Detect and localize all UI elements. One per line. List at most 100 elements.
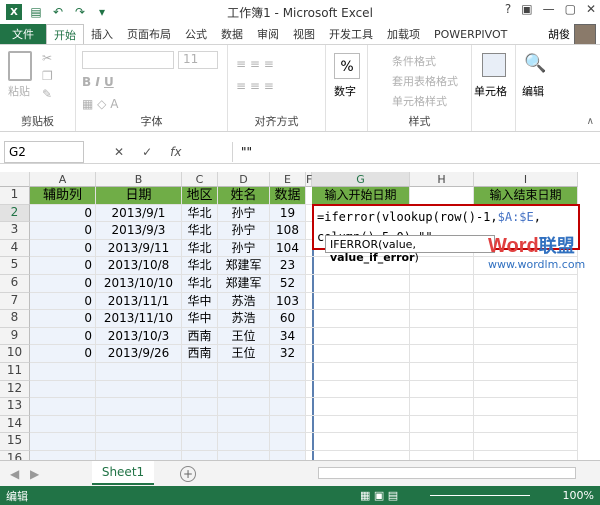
redo-icon[interactable]: ↷ — [72, 4, 88, 20]
column-header-d[interactable]: D — [218, 172, 270, 187]
empty-cell[interactable] — [474, 310, 578, 328]
data-cell[interactable]: 孙宁 — [218, 239, 270, 258]
help-button[interactable]: ? — [505, 2, 511, 16]
empty-cell[interactable] — [312, 398, 410, 416]
empty-cell[interactable] — [312, 363, 410, 381]
data-cell[interactable]: 华中 — [182, 310, 218, 328]
data-cell[interactable] — [30, 433, 96, 451]
format-painter-icon[interactable]: ✎ — [42, 87, 52, 101]
row-header-10[interactable]: 10 — [0, 345, 30, 363]
empty-cell[interactable] — [312, 275, 410, 293]
zoom-level[interactable]: 100% — [563, 489, 594, 502]
name-box[interactable]: G2 — [4, 140, 84, 163]
next-sheet-icon[interactable]: ▶ — [30, 467, 39, 481]
data-cell[interactable] — [182, 398, 218, 416]
data-cell[interactable]: 0 — [30, 275, 96, 293]
data-cell[interactable] — [270, 433, 306, 451]
data-cell[interactable]: 孙宁 — [218, 222, 270, 240]
collapse-ribbon-icon[interactable]: ∧ — [587, 116, 594, 127]
column-header-c[interactable]: C — [182, 172, 218, 187]
empty-cell[interactable] — [474, 380, 578, 399]
empty-cell[interactable] — [410, 310, 474, 328]
data-cell[interactable]: 苏浩 — [218, 292, 270, 311]
find-icon[interactable]: 🔍 — [524, 53, 546, 74]
tab-view[interactable]: 视图 — [286, 24, 322, 44]
row-header-2[interactable]: 2 — [0, 204, 30, 223]
tab-review[interactable]: 审阅 — [250, 24, 286, 44]
cut-icon[interactable]: ✂ — [42, 51, 52, 65]
empty-cell[interactable] — [312, 415, 410, 434]
data-cell[interactable] — [30, 363, 96, 381]
data-cell[interactable] — [182, 433, 218, 451]
row-header-5[interactable]: 5 — [0, 257, 30, 275]
ribbon-display-button[interactable]: ▣ — [521, 2, 532, 16]
number-format-button[interactable]: 数字 — [334, 83, 356, 99]
tab-developer[interactable]: 开发工具 — [322, 24, 380, 44]
maximize-button[interactable]: ▢ — [565, 2, 576, 16]
data-cell[interactable]: 华北 — [182, 239, 218, 258]
minimize-button[interactable]: — — [543, 2, 555, 16]
data-cell[interactable] — [270, 398, 306, 416]
tab-file[interactable]: 文件 — [0, 24, 46, 44]
cells-icon[interactable] — [482, 53, 506, 77]
tab-powerpivot[interactable]: POWERPIVOT — [427, 24, 514, 44]
prev-sheet-icon[interactable]: ◀ — [10, 467, 19, 481]
data-cell[interactable]: 34 — [270, 327, 306, 346]
data-cell[interactable]: 0 — [30, 292, 96, 311]
data-cell[interactable] — [218, 380, 270, 399]
tab-data[interactable]: 数据 — [214, 24, 250, 44]
horizontal-scrollbar[interactable] — [318, 467, 576, 479]
user-name[interactable]: 胡俊 — [548, 24, 570, 44]
data-cell[interactable] — [96, 433, 182, 451]
data-cell[interactable]: 王位 — [218, 327, 270, 346]
cancel-icon[interactable]: ✕ — [114, 145, 124, 159]
data-cell[interactable]: 华北 — [182, 257, 218, 275]
data-cell[interactable]: 0 — [30, 204, 96, 223]
data-cell[interactable]: 19 — [270, 204, 306, 223]
data-cell[interactable] — [218, 433, 270, 451]
data-cell[interactable]: 2013/11/10 — [96, 310, 182, 328]
column-header-b[interactable]: B — [96, 172, 182, 187]
enter-icon[interactable]: ✓ — [142, 145, 152, 159]
paste-button[interactable]: 粘贴 — [8, 83, 30, 99]
data-cell[interactable] — [270, 380, 306, 399]
data-cell[interactable]: 60 — [270, 310, 306, 328]
data-cell[interactable] — [270, 363, 306, 381]
row-header-14[interactable]: 14 — [0, 415, 30, 434]
empty-cell[interactable] — [474, 327, 578, 346]
data-cell[interactable] — [218, 415, 270, 434]
sheet-tab-sheet1[interactable]: Sheet1 — [92, 461, 154, 485]
avatar[interactable] — [574, 24, 596, 46]
align-icons[interactable]: ≡ ≡ ≡ ≡ ≡ ≡ — [236, 53, 274, 97]
data-cell[interactable]: 0 — [30, 222, 96, 240]
data-cell[interactable]: 0 — [30, 345, 96, 363]
row-header-9[interactable]: 9 — [0, 327, 30, 346]
font-name-select[interactable] — [82, 51, 174, 69]
data-cell[interactable]: 苏浩 — [218, 310, 270, 328]
column-header-g[interactable]: G — [312, 172, 410, 187]
data-cell[interactable]: 2013/9/1 — [96, 204, 182, 223]
font-color-icon[interactable]: ▦ ◇ A — [82, 97, 118, 111]
add-sheet-icon[interactable]: + — [180, 465, 196, 482]
data-cell[interactable]: 2013/11/1 — [96, 292, 182, 311]
row-header-15[interactable]: 15 — [0, 433, 30, 451]
empty-cell[interactable] — [474, 292, 578, 311]
empty-cell[interactable] — [410, 345, 474, 363]
data-cell[interactable]: 西南 — [182, 327, 218, 346]
data-cell[interactable]: 2013/9/26 — [96, 345, 182, 363]
empty-cell[interactable] — [474, 415, 578, 434]
data-cell[interactable] — [30, 415, 96, 434]
percent-icon[interactable]: % — [334, 53, 360, 79]
empty-cell[interactable] — [474, 275, 578, 293]
empty-cell[interactable] — [312, 433, 410, 451]
data-cell[interactable]: 2013/10/10 — [96, 275, 182, 293]
data-cell[interactable] — [96, 398, 182, 416]
data-cell[interactable]: 23 — [270, 257, 306, 275]
empty-cell[interactable] — [474, 363, 578, 381]
column-header-a[interactable]: A — [30, 172, 96, 187]
data-cell[interactable]: 2013/9/3 — [96, 222, 182, 240]
empty-cell[interactable] — [410, 415, 474, 434]
row-header-8[interactable]: 8 — [0, 310, 30, 328]
row-header-6[interactable]: 6 — [0, 275, 30, 293]
row-header-11[interactable]: 11 — [0, 363, 30, 381]
